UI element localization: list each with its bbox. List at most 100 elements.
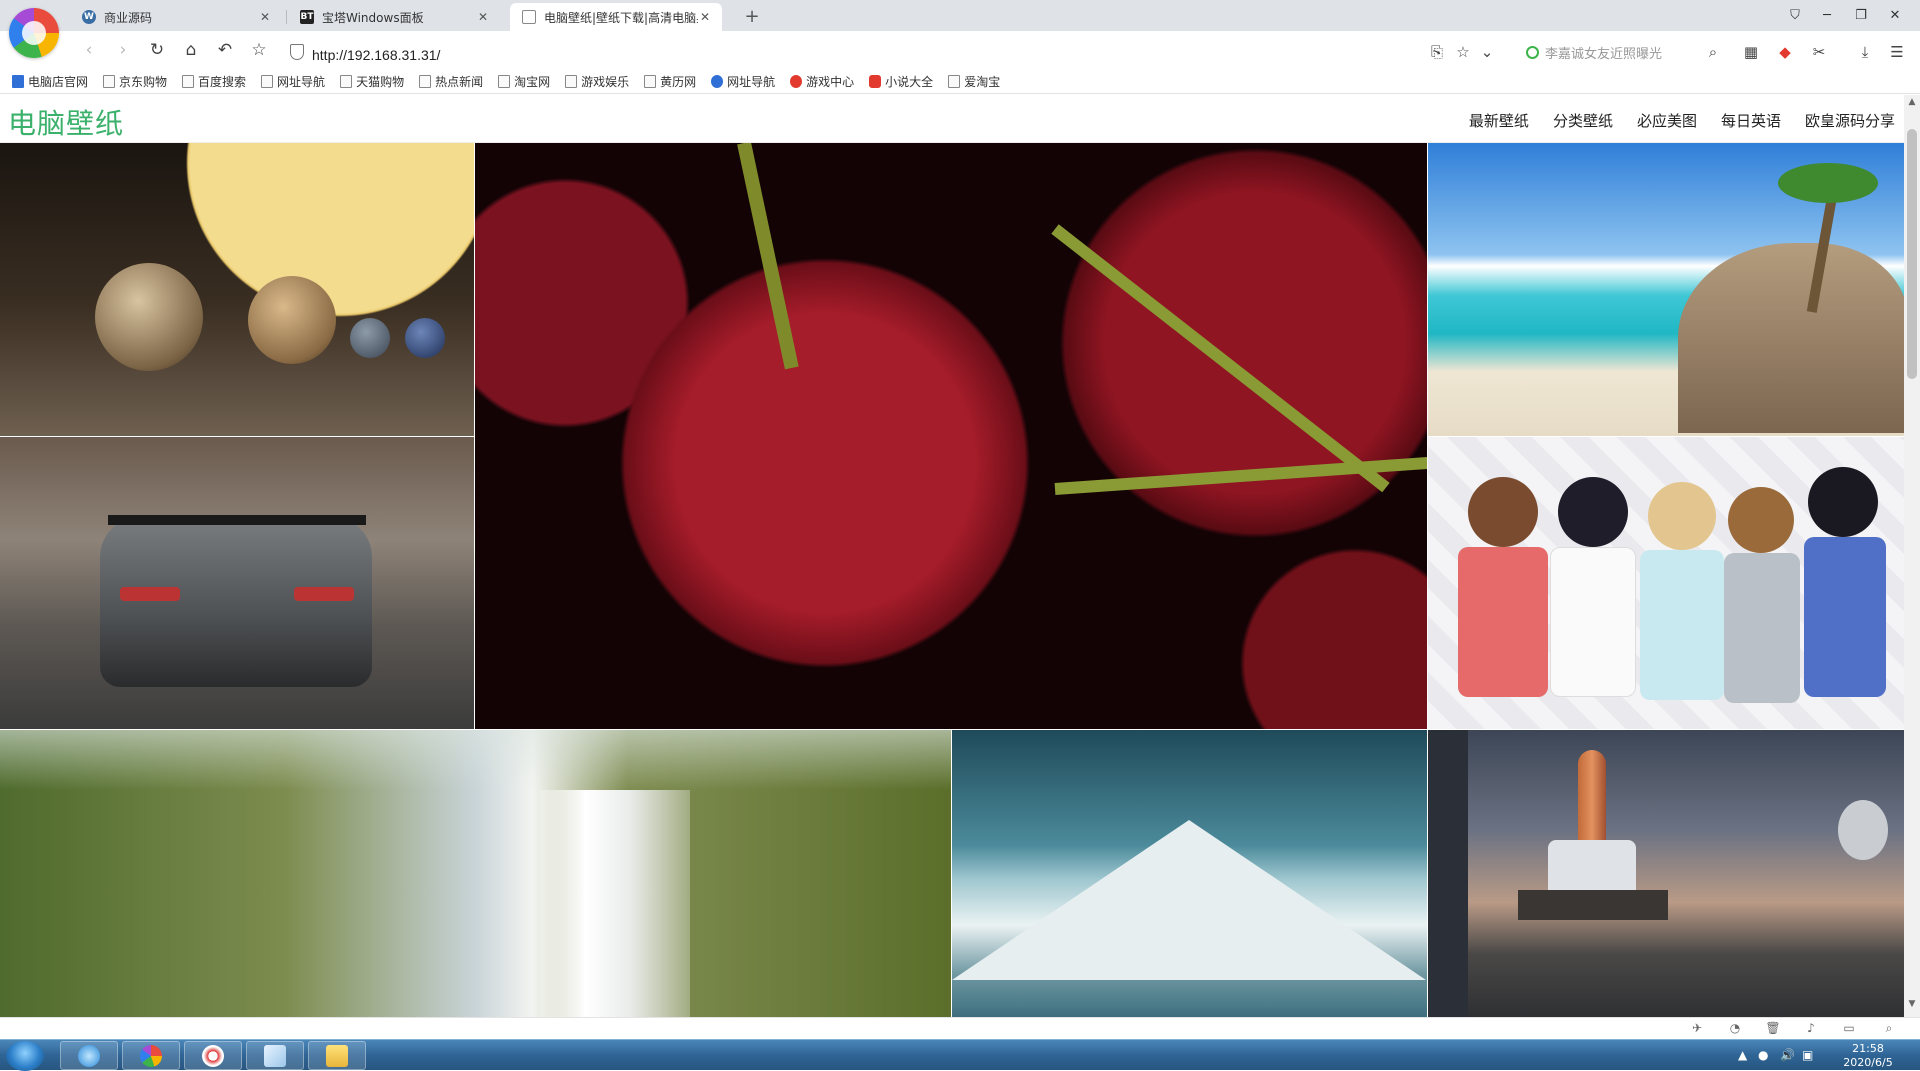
bookmark-item[interactable]: 黄历网 <box>644 73 696 90</box>
wallpaper-rocket[interactable] <box>1428 730 1904 1017</box>
bookmark-item[interactable]: 爱淘宝 <box>948 73 1000 90</box>
browser-logo[interactable] <box>9 8 59 58</box>
page-icon <box>644 74 657 88</box>
zoom-icon[interactable]: ⌕ <box>1880 1021 1898 1037</box>
bookmark-item[interactable]: 热点新闻 <box>419 73 483 90</box>
volume-icon[interactable]: ♪ <box>1802 1021 1820 1037</box>
star-icon[interactable]: ☆ <box>246 38 272 62</box>
start-button[interactable] <box>6 1041 44 1071</box>
nav-source[interactable]: 欧皇源码分享 <box>1805 110 1895 131</box>
bookmark-item[interactable]: 小说大全 <box>869 73 933 90</box>
close-icon[interactable]: ✕ <box>258 10 272 24</box>
rocket-icon[interactable]: ✈ <box>1688 1021 1706 1037</box>
bookmark-item[interactable]: 网址导航 <box>261 73 325 90</box>
page-icon <box>948 74 961 88</box>
nav-english[interactable]: 每日英语 <box>1721 110 1781 131</box>
wordpress-icon: W <box>82 10 96 24</box>
download-icon[interactable]: ⤓ <box>1854 41 1876 63</box>
restore-button[interactable]: ❐ <box>1846 4 1876 26</box>
folder-icon <box>326 1044 348 1067</box>
browser-status-bar: ✈ ◔ 🗑 ♪ ▭ ⌕ <box>0 1017 1920 1039</box>
tab-bar: W 商业源码 ✕ BT 宝塔Windows面板 ✕ 电脑壁纸|壁纸下载|高清电脑… <box>0 0 1920 31</box>
wallpaper-cherries[interactable] <box>475 143 1427 729</box>
wallpaper-waterfall[interactable] <box>0 730 951 1017</box>
wallpaper-anime[interactable] <box>1428 437 1904 729</box>
scrollbar-thumb[interactable] <box>1907 129 1917 379</box>
page-icon <box>261 74 274 88</box>
close-icon[interactable]: ✕ <box>476 10 490 24</box>
chevron-down-icon[interactable]: ⌄ <box>1476 41 1498 63</box>
nav-latest[interactable]: 最新壁纸 <box>1469 110 1529 131</box>
shirt-icon[interactable]: ⛉ <box>1780 4 1810 26</box>
url-input[interactable]: http://192.168.31.31/ <box>312 47 440 63</box>
tab-baota[interactable]: BT 宝塔Windows面板 ✕ <box>288 3 500 31</box>
taskbar-app-files[interactable] <box>246 1041 304 1070</box>
close-window-button[interactable]: ✕ <box>1880 4 1910 26</box>
tab-shangye[interactable]: W 商业源码 ✕ <box>70 3 282 31</box>
page-icon <box>498 74 511 88</box>
site-header: 电脑壁纸 最新壁纸 分类壁纸 必应美图 每日英语 欧皇源码分享 <box>0 95 1904 143</box>
address-bar: ‹ › ↻ ⌂ ↶ ☆ http://192.168.31.31/ ⎘ ☆ ⌄ … <box>0 31 1920 69</box>
reader-icon[interactable]: ⎘ <box>1426 41 1448 63</box>
wallpaper-grid <box>0 143 1904 1017</box>
bookmark-item[interactable]: 百度搜索 <box>182 73 246 90</box>
taskbar-app-explorer[interactable] <box>308 1041 366 1070</box>
taskbar-app-ie[interactable] <box>60 1041 118 1070</box>
bookmark-item[interactable]: 天猫购物 <box>340 73 404 90</box>
bookmark-item[interactable]: 网址导航 <box>711 73 775 90</box>
back-icon[interactable]: ‹ <box>76 38 102 62</box>
tab-wallpaper[interactable]: 电脑壁纸|壁纸下载|高清电脑桌面壁纸 ✕ <box>510 3 722 31</box>
taskbar-app-browser[interactable] <box>122 1041 180 1070</box>
system-clock[interactable]: 21:58 2020/6/5 <box>1840 1042 1896 1070</box>
trash-icon[interactable]: 🗑 <box>1764 1021 1782 1037</box>
page-icon <box>103 74 116 88</box>
search-input[interactable]: 李嘉诚女友近照曝光 <box>1526 40 1726 64</box>
windows-taskbar: ▲ ● 🔊 ▣ 21:58 2020/6/5 <box>0 1039 1920 1071</box>
bookmark-item[interactable]: 京东购物 <box>103 73 167 90</box>
wallpaper-planets[interactable] <box>0 143 474 436</box>
minimize-button[interactable]: ─ <box>1812 4 1842 26</box>
page-scrollbar[interactable]: ▲ ▼ <box>1904 95 1920 1017</box>
ie-icon <box>78 1044 100 1067</box>
window-icon[interactable]: ▭ <box>1840 1021 1858 1037</box>
globe-icon <box>711 74 724 88</box>
search-icon[interactable]: ⌕ <box>1702 41 1724 63</box>
speaker-icon[interactable]: 🔊 <box>1780 1048 1795 1062</box>
scroll-down-icon[interactable]: ▼ <box>1907 999 1917 1013</box>
shield-icon <box>290 44 304 60</box>
bookmark-item[interactable]: 淘宝网 <box>498 73 550 90</box>
undo-icon[interactable]: ↶ <box>212 38 238 62</box>
new-tab-button[interactable]: + <box>738 3 766 29</box>
bookmark-star-icon[interactable]: ☆ <box>1452 41 1474 63</box>
bookmark-item[interactable]: 游戏中心 <box>790 73 854 90</box>
wallpaper-beach[interactable] <box>1428 143 1904 436</box>
site-logo[interactable]: 电脑壁纸 <box>8 102 124 142</box>
site-icon <box>12 74 24 88</box>
close-icon[interactable]: ✕ <box>698 10 712 24</box>
apps-icon[interactable]: ▦ <box>1740 41 1762 63</box>
wallpaper-mountain[interactable] <box>952 730 1427 1017</box>
speedup-icon[interactable]: ◔ <box>1726 1021 1744 1037</box>
scroll-up-icon[interactable]: ▲ <box>1907 97 1917 111</box>
wallpaper-car[interactable] <box>0 437 474 729</box>
file-icon <box>264 1044 286 1067</box>
nav-bing[interactable]: 必应美图 <box>1637 110 1697 131</box>
refresh-icon[interactable]: ↻ <box>144 38 170 62</box>
taskbar-app-avatar[interactable] <box>184 1041 242 1070</box>
page-icon <box>522 10 536 24</box>
game-icon[interactable]: ◆ <box>1774 41 1796 63</box>
web-page: 电脑壁纸 最新壁纸 分类壁纸 必应美图 每日英语 欧皇源码分享 <box>0 95 1904 1017</box>
bookmark-item[interactable]: 游戏娱乐 <box>565 73 629 90</box>
home-icon[interactable]: ⌂ <box>178 38 204 62</box>
qq-icon[interactable]: ● <box>1758 1048 1768 1062</box>
avatar-icon <box>202 1044 224 1067</box>
nav-category[interactable]: 分类壁纸 <box>1553 110 1613 131</box>
page-icon <box>419 74 432 88</box>
scissors-icon[interactable]: ✂ <box>1808 41 1830 63</box>
menu-icon[interactable]: ☰ <box>1886 41 1908 63</box>
bookmark-item[interactable]: 电脑店官网 <box>12 73 88 90</box>
tray-expand-icon[interactable]: ▲ <box>1738 1048 1747 1062</box>
forward-icon[interactable]: › <box>110 38 136 62</box>
search-engine-icon <box>1526 45 1539 59</box>
network-icon[interactable]: ▣ <box>1802 1048 1813 1062</box>
